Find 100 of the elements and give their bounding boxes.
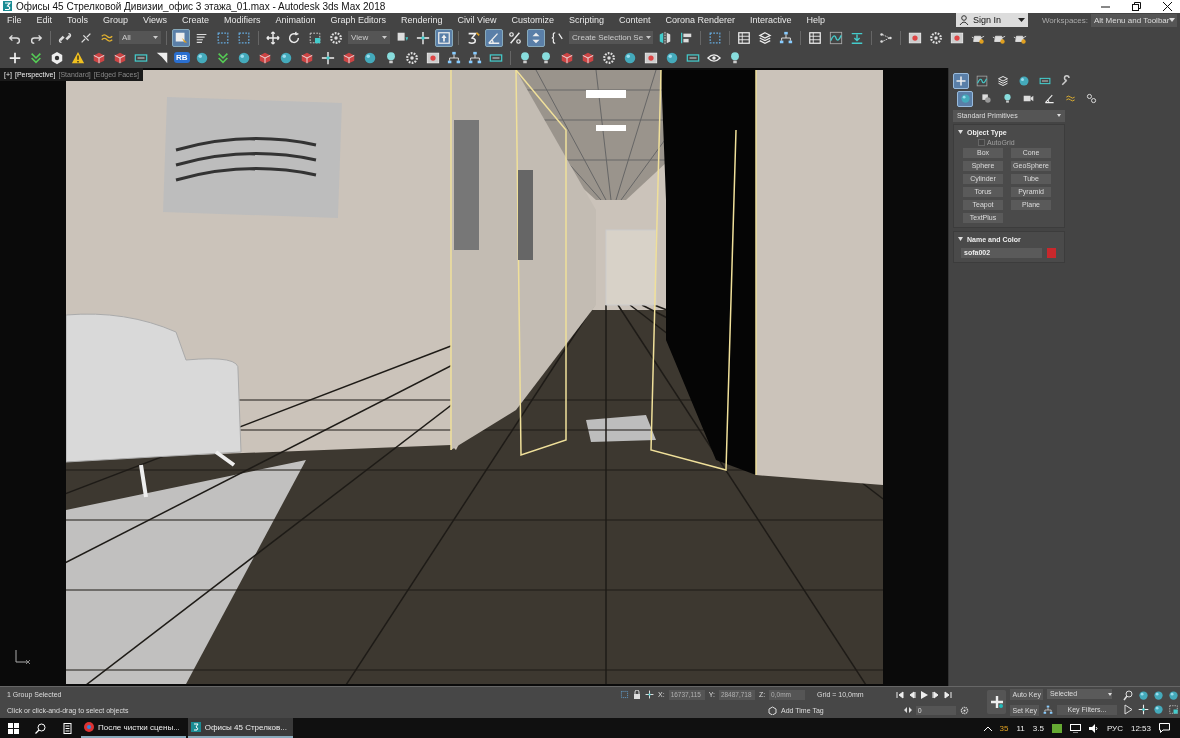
rb-tool-button[interactable]: RB bbox=[174, 52, 190, 64]
menu-item[interactable]: Graph Editors bbox=[330, 15, 394, 26]
viewport-navigation-icon[interactable] bbox=[1138, 689, 1149, 701]
menu-item[interactable]: Tools bbox=[67, 15, 97, 26]
next-frame-icon[interactable] bbox=[931, 690, 940, 699]
chevron-up-icon[interactable] bbox=[983, 725, 992, 731]
time-config-arrows-icon[interactable] bbox=[903, 707, 912, 714]
sphere-icon[interactable] bbox=[194, 50, 209, 65]
collapse-caret-icon[interactable] bbox=[958, 237, 963, 242]
sign-in-dropdown[interactable]: Sign In bbox=[955, 13, 1028, 28]
snap-icon bbox=[466, 30, 480, 45]
angle-tool-button[interactable] bbox=[485, 28, 503, 47]
selection-filter-dropdown[interactable]: All bbox=[119, 31, 161, 45]
sphere-icon[interactable] bbox=[278, 50, 293, 65]
plus-icon[interactable] bbox=[8, 50, 22, 65]
set-key-mode-button[interactable] bbox=[986, 690, 1007, 715]
menu-item[interactable]: Civil View bbox=[457, 15, 505, 26]
taskbar-task[interactable]: После чистки сцены... bbox=[81, 718, 186, 738]
select-arrow-tool-button[interactable] bbox=[172, 28, 190, 47]
menu-item[interactable]: Customize bbox=[511, 15, 562, 26]
menu-item[interactable]: Group bbox=[103, 15, 137, 26]
menu-item[interactable]: Interactive bbox=[750, 15, 800, 26]
triangle-icon[interactable] bbox=[1123, 703, 1134, 715]
arrow-box-tool-button[interactable] bbox=[435, 28, 453, 47]
menu-item[interactable]: Help bbox=[806, 15, 834, 26]
viewport-navigation-icon[interactable] bbox=[1138, 703, 1149, 715]
go-to-start-icon[interactable] bbox=[895, 690, 904, 699]
gear-icon[interactable] bbox=[601, 50, 616, 65]
sphere-icon[interactable] bbox=[664, 50, 679, 65]
go-to-end-icon[interactable] bbox=[943, 690, 952, 699]
box-icon[interactable] bbox=[113, 50, 127, 65]
sphere-icon bbox=[959, 93, 971, 105]
tray-indicator[interactable]: 3.5 bbox=[1032, 723, 1044, 733]
zoom-icon[interactable] bbox=[1123, 689, 1134, 701]
workspaces-dropdown[interactable]: Alt Menu and Toolbar bbox=[1091, 13, 1177, 27]
menu-item[interactable]: Edit bbox=[36, 15, 61, 26]
taskbar-task[interactable]: Офисы 45 Стрелков... bbox=[187, 718, 293, 738]
box-icon[interactable] bbox=[299, 50, 314, 65]
plus-tab[interactable] bbox=[953, 72, 969, 89]
lock-icon[interactable] bbox=[633, 690, 641, 700]
menu-item[interactable]: Content bbox=[618, 15, 659, 26]
sphere-icon[interactable] bbox=[362, 50, 377, 65]
viewport-navigation-icon[interactable] bbox=[1153, 703, 1164, 715]
corner-icon[interactable] bbox=[155, 50, 169, 65]
gear-icon[interactable] bbox=[404, 50, 419, 65]
collapse-caret-icon[interactable] bbox=[958, 130, 963, 135]
tray-app-icon[interactable] bbox=[1051, 723, 1062, 733]
box-icon[interactable] bbox=[559, 50, 574, 65]
curve-tab[interactable] bbox=[974, 72, 990, 89]
calculator-icon[interactable] bbox=[62, 722, 73, 734]
menu-item[interactable]: Scripting bbox=[568, 15, 612, 26]
search-icon[interactable] bbox=[35, 722, 46, 734]
notifications-icon[interactable] bbox=[1159, 723, 1170, 733]
tree-icon[interactable] bbox=[467, 50, 482, 65]
sphere-icon[interactable] bbox=[622, 50, 637, 65]
hexagon-icon[interactable] bbox=[50, 50, 64, 65]
sphere-icon[interactable] bbox=[236, 50, 251, 65]
object-color-swatch[interactable] bbox=[1047, 247, 1056, 258]
volume-icon[interactable] bbox=[1088, 723, 1099, 733]
image-icon[interactable] bbox=[425, 50, 440, 65]
network-icon[interactable] bbox=[1069, 723, 1081, 733]
windows-logo-icon[interactable] bbox=[8, 722, 19, 734]
sphere-tab[interactable] bbox=[957, 90, 973, 107]
cube-icon[interactable] bbox=[768, 705, 777, 715]
box-icon[interactable] bbox=[580, 50, 595, 65]
chevron-icon[interactable] bbox=[215, 50, 230, 65]
previous-frame-icon[interactable] bbox=[907, 690, 916, 699]
tray-indicator[interactable]: 11 bbox=[1016, 723, 1025, 733]
tree-icon[interactable] bbox=[446, 50, 461, 65]
crosshair-icon[interactable] bbox=[320, 50, 335, 65]
caret-icon bbox=[1057, 114, 1061, 118]
menu-item[interactable]: Rendering bbox=[401, 15, 451, 26]
chevron-icon[interactable] bbox=[29, 50, 43, 65]
scale-icon bbox=[308, 30, 322, 45]
tray-indicator[interactable]: 35 bbox=[999, 723, 1009, 733]
viewport-navigation-icon[interactable] bbox=[1153, 689, 1164, 701]
menu-item[interactable]: Corona Renderer bbox=[665, 15, 743, 26]
box-icon[interactable] bbox=[92, 50, 106, 65]
play-icon[interactable] bbox=[919, 690, 928, 699]
image-icon[interactable] bbox=[643, 50, 658, 65]
menu-item[interactable]: Animation bbox=[275, 15, 324, 26]
restore-icon[interactable] bbox=[1132, 1, 1141, 11]
menu-item[interactable]: Views bbox=[143, 15, 175, 26]
time-configuration-icon[interactable] bbox=[959, 705, 969, 715]
box-icon[interactable] bbox=[257, 50, 272, 65]
menu-item[interactable]: Create bbox=[181, 15, 217, 26]
viewport-navigation-icon[interactable] bbox=[1168, 703, 1179, 715]
warning-icon[interactable] bbox=[71, 50, 85, 65]
clock[interactable]: 12:53 bbox=[1130, 723, 1151, 733]
viewport-navigation-icon[interactable] bbox=[1168, 689, 1179, 701]
spinner-tool-button[interactable] bbox=[527, 28, 545, 47]
box-icon[interactable] bbox=[341, 50, 356, 65]
language-indicator[interactable]: РУС bbox=[1106, 723, 1123, 733]
reference-coordinate-dropdown[interactable]: View bbox=[348, 31, 390, 45]
move-tool-button[interactable] bbox=[264, 28, 282, 47]
named-selection-field[interactable]: Create Selection Se bbox=[569, 31, 653, 45]
close-icon[interactable] bbox=[1163, 1, 1172, 11]
menu-item[interactable]: File bbox=[7, 15, 30, 26]
menu-item[interactable]: Modifiers bbox=[223, 15, 269, 26]
plus-icon bbox=[955, 74, 967, 87]
